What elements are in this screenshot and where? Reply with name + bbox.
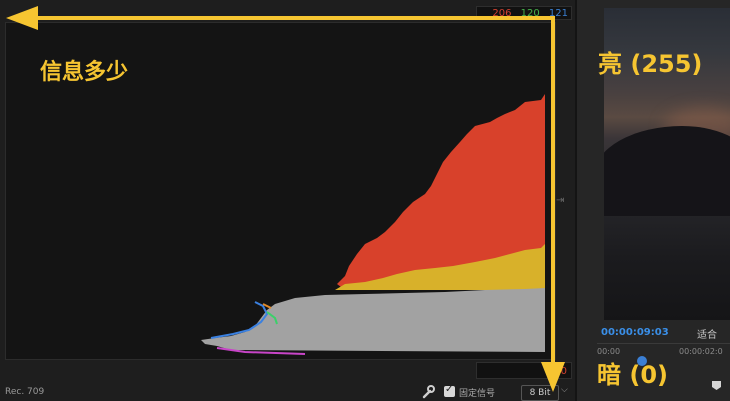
annotation-dark: 暗 (0) [597, 361, 668, 389]
left-arrowhead-icon [6, 6, 38, 30]
down-arrowhead-icon [541, 362, 565, 392]
annotation-bright: 亮 (255) [598, 50, 703, 78]
annotation-info-amount: 信息多少 [40, 60, 129, 85]
